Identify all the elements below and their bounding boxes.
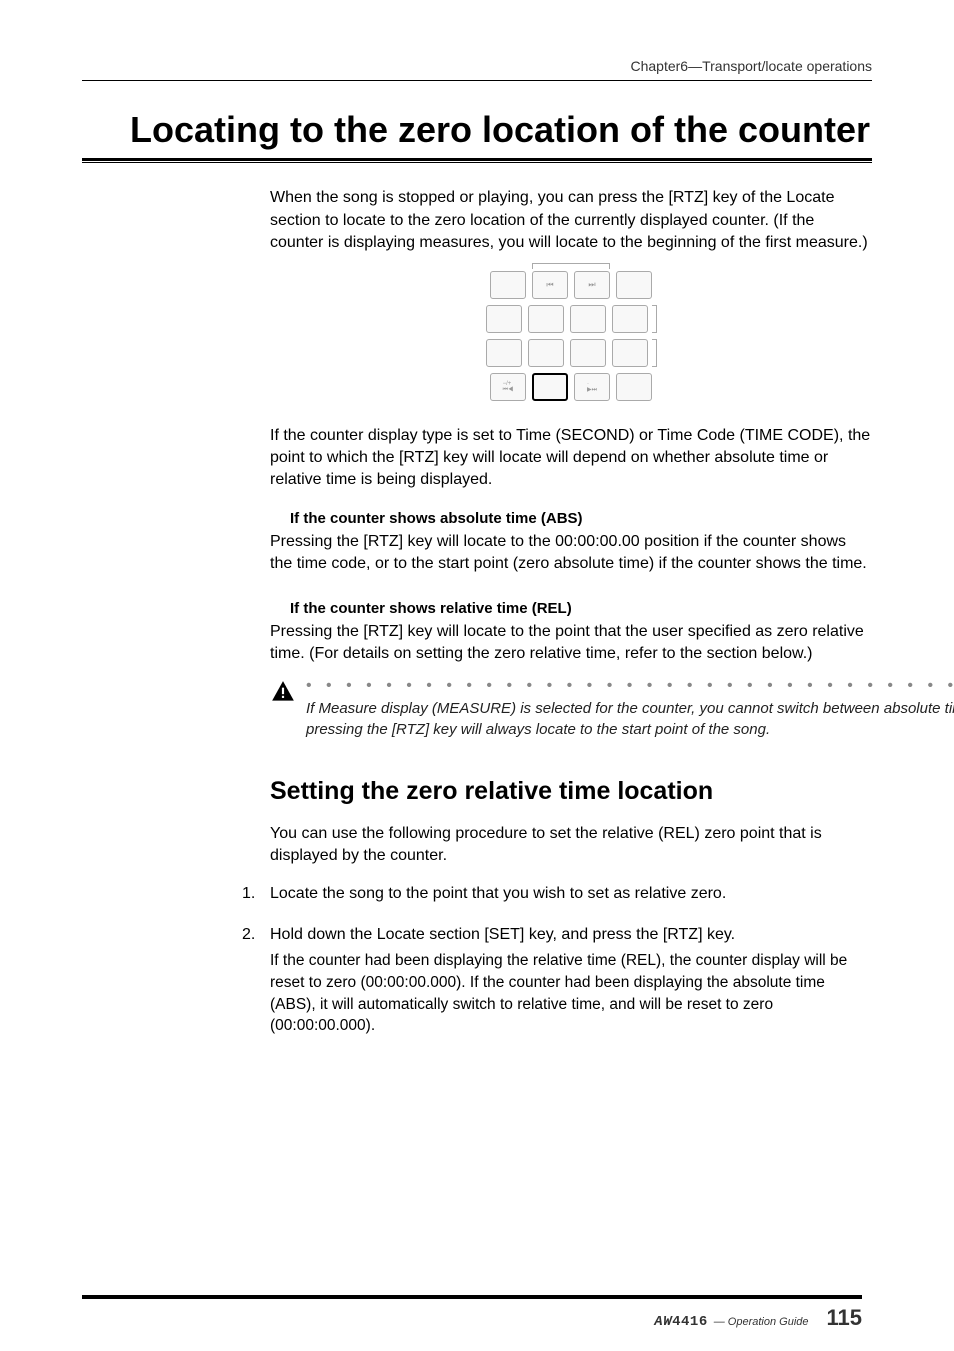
ff-end-button: ·▶⏭	[574, 373, 610, 401]
abs-heading: If the counter shows absolute time (ABS)	[290, 508, 872, 529]
rel-body: Pressing the [RTZ] key will locate to th…	[270, 621, 872, 666]
diagram-button	[486, 305, 522, 333]
diagram-button	[616, 271, 652, 299]
model-logo: AW4416	[654, 1314, 707, 1330]
step-2-detail: If the counter had been displaying the r…	[270, 950, 872, 1037]
rtz-minus-plus-button: −/+⏮◀	[490, 373, 526, 401]
diagram-button	[612, 339, 648, 367]
counter-type-paragraph: If the counter display type is set to Ti…	[270, 425, 872, 492]
diagram-button	[570, 339, 606, 367]
diagram-button	[570, 305, 606, 333]
step-number: 1.	[242, 883, 270, 909]
warning-icon	[270, 679, 300, 739]
bracket-right	[652, 305, 657, 333]
sub-heading: Setting the zero relative time location	[270, 774, 872, 809]
step-1: 1. Locate the song to the point that you…	[242, 883, 872, 909]
rel-heading: If the counter shows relative time (REL)	[290, 598, 872, 619]
heading-rule-thin	[82, 162, 872, 163]
bracket-top	[532, 263, 610, 269]
step-number: 2.	[242, 924, 270, 1037]
note-dots: • • • • • • • • • • • • • • • • • • • • …	[306, 679, 954, 693]
step-1-main: Locate the song to the point that you wi…	[270, 883, 872, 905]
intro-paragraph: When the song is stopped or playing, you…	[270, 187, 872, 254]
page-number: 115	[827, 1305, 863, 1331]
note-text: If Measure display (MEASURE) is selected…	[306, 698, 954, 740]
sub-intro: You can use the following procedure to s…	[270, 823, 872, 868]
diagram-button	[490, 271, 526, 299]
step-2-main: Hold down the Locate section [SET] key, …	[270, 924, 872, 946]
diagram-button	[528, 339, 564, 367]
prev-track-icon: ⏮	[532, 271, 568, 299]
next-track-icon: ⏭	[574, 271, 610, 299]
chapter-header: Chapter6—Transport/locate operations	[82, 58, 872, 81]
diagram-button	[612, 305, 648, 333]
diagram-button	[616, 373, 652, 401]
rtz-highlighted-button	[532, 373, 568, 401]
diagram-button	[528, 305, 564, 333]
heading-rule-thick	[82, 158, 872, 161]
footer-rule	[82, 1295, 862, 1299]
bracket-right	[652, 339, 657, 367]
diagram-button	[486, 339, 522, 367]
button-diagram: ⏮ ⏭	[270, 271, 872, 407]
page-footer: AW4416 — Operation Guide 115	[654, 1305, 862, 1331]
guide-label: — Operation Guide	[714, 1316, 809, 1328]
abs-body: Pressing the [RTZ] key will locate to th…	[270, 531, 872, 576]
step-2: 2. Hold down the Locate section [SET] ke…	[242, 924, 872, 1037]
warning-note: • • • • • • • • • • • • • • • • • • • • …	[270, 679, 872, 739]
main-heading: Locating to the zero location of the cou…	[130, 109, 872, 150]
